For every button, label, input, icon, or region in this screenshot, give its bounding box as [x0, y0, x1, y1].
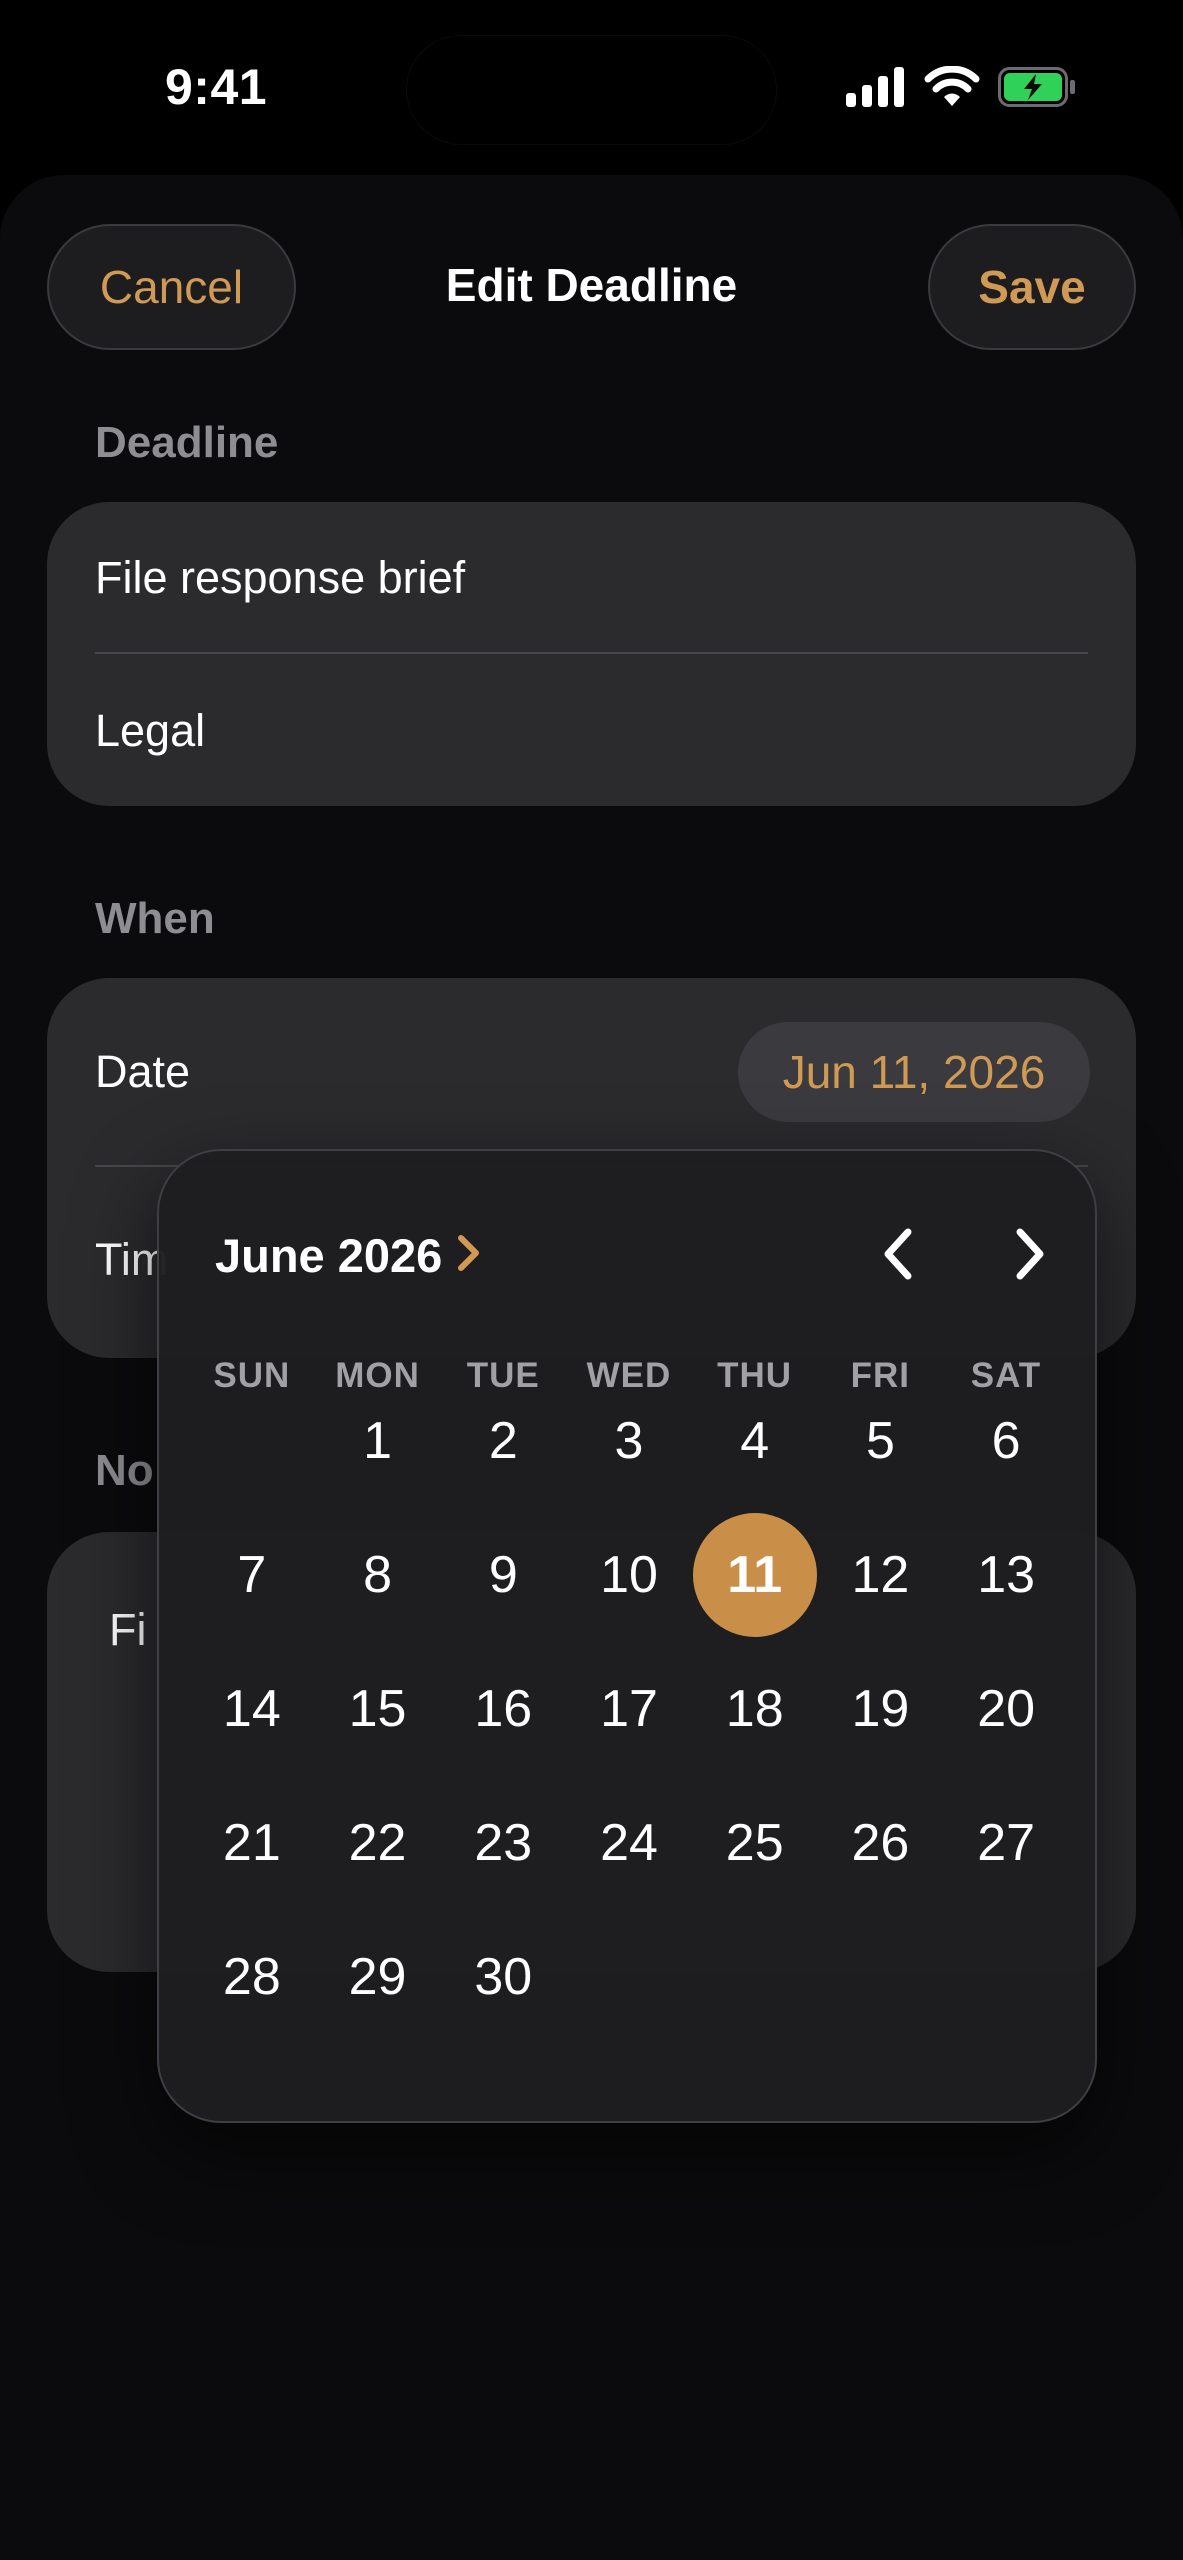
next-month-button[interactable] [995, 1221, 1065, 1291]
calendar-day[interactable]: 24 [567, 1781, 691, 1905]
calendar-day[interactable]: 6 [944, 1379, 1068, 1503]
calendar-day[interactable]: 16 [441, 1647, 565, 1771]
deadline-card: File response brief Legal [47, 502, 1136, 806]
calendar-day[interactable]: 19 [818, 1647, 942, 1771]
calendar-day[interactable]: 8 [316, 1513, 440, 1637]
calendar-day-selected[interactable]: 11 [692, 1513, 817, 1637]
deadline-section-label: Deadline [95, 418, 279, 467]
save-button[interactable]: Save [928, 224, 1136, 350]
calendar-day[interactable]: 30 [441, 1915, 565, 2039]
calendar-day[interactable]: 23 [441, 1781, 565, 1905]
chevron-right-icon [456, 1233, 482, 1278]
notes-text[interactable]: Fi [109, 1604, 147, 1656]
calendar-day[interactable]: 9 [441, 1513, 565, 1637]
status-bar: 9:41 [0, 0, 1183, 180]
calendar-day[interactable]: 10 [567, 1513, 691, 1637]
calendar-day[interactable]: 1 [316, 1379, 440, 1503]
dynamic-island [407, 36, 776, 144]
calendar-day[interactable]: 17 [567, 1647, 691, 1771]
divider [95, 652, 1088, 654]
calendar-popover: June 2026 SUN MON TUE WED THU FRI SAT 12… [157, 1149, 1097, 2123]
deadline-title-field[interactable]: File response brief [95, 552, 465, 604]
month-title: June 2026 [215, 1228, 443, 1282]
notes-section-label: No [95, 1446, 154, 1495]
deadline-category-field[interactable]: Legal [95, 705, 205, 757]
status-icons [846, 65, 1078, 113]
calendar-day[interactable]: 20 [944, 1647, 1068, 1771]
calendar-day[interactable]: 5 [818, 1379, 942, 1503]
calendar-day[interactable]: 4 [693, 1379, 817, 1503]
calendar-day[interactable]: 13 [944, 1513, 1068, 1637]
calendar-day[interactable]: 7 [190, 1513, 314, 1637]
month-year-picker-button[interactable]: June 2026 [215, 1225, 482, 1285]
calendar-day[interactable]: 29 [316, 1915, 440, 2039]
cellular-signal-icon [846, 66, 906, 112]
calendar-day[interactable]: 18 [693, 1647, 817, 1771]
weekday-label: SUN [213, 1356, 291, 1395]
wifi-icon [924, 65, 980, 113]
date-picker-button[interactable]: Jun 11, 2026 [738, 1022, 1090, 1122]
calendar-day[interactable]: 25 [693, 1781, 817, 1905]
calendar-day[interactable]: 28 [190, 1915, 314, 2039]
calendar-day[interactable]: 12 [818, 1513, 942, 1637]
chevron-right-icon [1013, 1227, 1047, 1286]
calendar-day[interactable]: 27 [944, 1781, 1068, 1905]
when-section-label: When [95, 894, 215, 943]
battery-charging-icon [998, 66, 1078, 112]
date-label: Date [95, 1046, 191, 1097]
previous-month-button[interactable] [863, 1221, 933, 1291]
calendar-day[interactable]: 22 [316, 1781, 440, 1905]
calendar-day[interactable]: 21 [190, 1781, 314, 1905]
status-time: 9:41 [165, 59, 268, 115]
chevron-left-icon [881, 1227, 915, 1286]
calendar-day[interactable]: 14 [190, 1647, 314, 1771]
calendar-day[interactable]: 2 [441, 1379, 565, 1503]
calendar-day[interactable]: 15 [316, 1647, 440, 1771]
calendar-day[interactable]: 26 [818, 1781, 942, 1905]
calendar-day[interactable]: 3 [567, 1379, 691, 1503]
